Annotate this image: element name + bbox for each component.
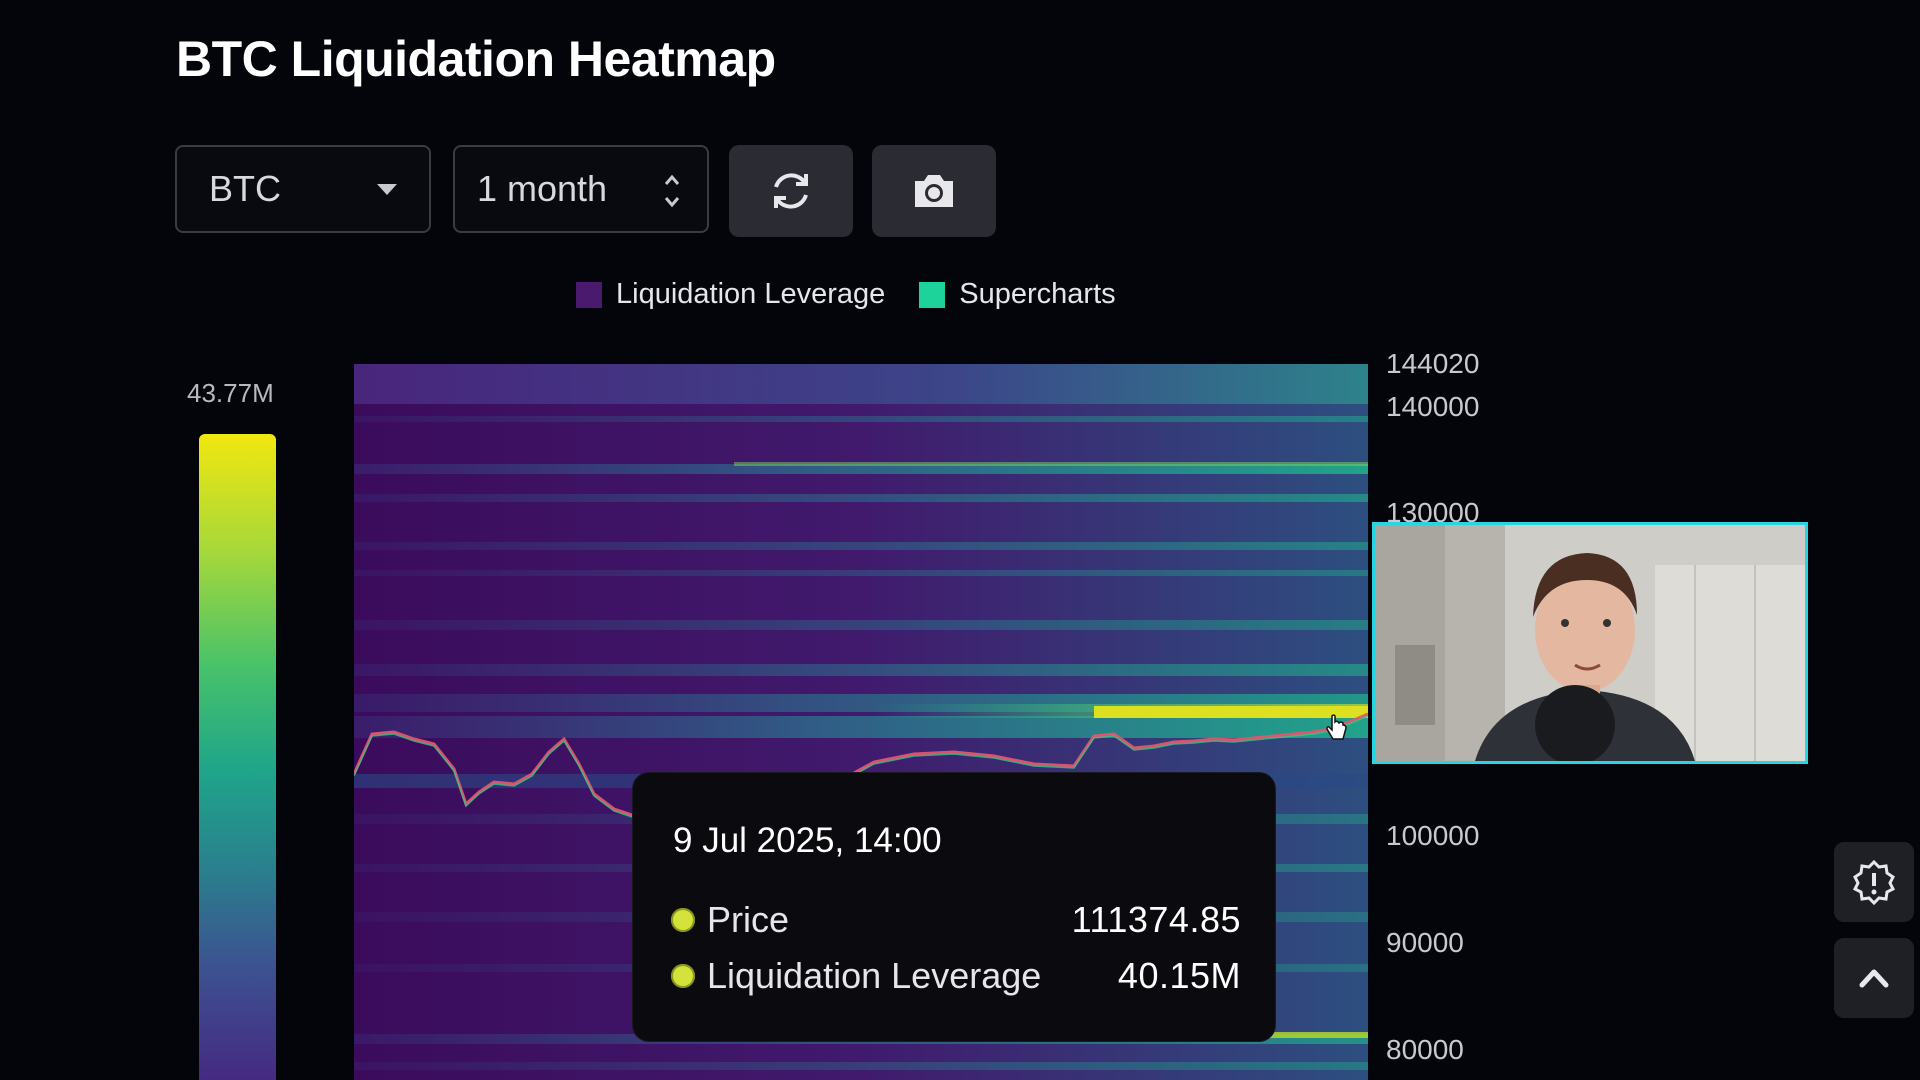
tooltip-row-price: Price 111374.85 [671, 899, 1241, 941]
tooltip-label: Price [707, 899, 790, 940]
camera-icon [915, 175, 953, 207]
time-range-value: 1 month [477, 168, 608, 209]
asset-select[interactable]: BTC [175, 145, 431, 233]
legend-swatch [919, 281, 946, 308]
tooltip-label: Liquidation Leverage [707, 955, 1042, 996]
series-dot [671, 964, 695, 988]
alert-badge-icon [1852, 859, 1896, 905]
feedback-button[interactable] [1834, 842, 1914, 922]
webcam-overlay [1372, 522, 1808, 764]
page-title: BTC Liquidation Heatmap [176, 31, 776, 87]
scroll-to-top-button[interactable] [1834, 938, 1914, 1018]
y-axis-label: 144020 [1386, 348, 1480, 379]
refresh-button[interactable] [729, 145, 853, 237]
y-axis-label: 140000 [1386, 391, 1480, 422]
chevron-down-icon [377, 184, 397, 195]
tooltip-value: 111374.85 [1071, 899, 1241, 940]
screenshot-button[interactable] [872, 145, 996, 237]
chart-legend: Liquidation Leverage Supercharts [576, 278, 1150, 311]
legend-label: Liquidation Leverage [616, 278, 886, 310]
tooltip-date: 9 Jul 2025, 14:00 [673, 821, 942, 860]
y-axis-label: 100000 [1386, 820, 1480, 851]
colorbar [199, 434, 276, 1080]
time-range-select[interactable]: 1 month [453, 145, 709, 233]
up-down-arrows-icon [664, 174, 680, 208]
refresh-icon [774, 173, 808, 209]
series-dot [671, 908, 695, 932]
tooltip-value: 40.15M [1117, 955, 1241, 996]
colorbar-max-label: 43.77M [187, 378, 274, 408]
tooltip-row-liquidation-leverage: Liquidation Leverage 40.15M [671, 955, 1241, 997]
asset-select-value: BTC [209, 168, 281, 209]
y-axis-label: 80000 [1386, 1034, 1464, 1065]
legend-item-supercharts[interactable]: Supercharts [919, 278, 1116, 311]
hand-cursor-icon [1326, 714, 1347, 740]
legend-label: Supercharts [959, 278, 1116, 310]
legend-swatch [576, 281, 602, 308]
y-axis-label: 90000 [1386, 927, 1464, 958]
webcam-video [1375, 525, 1805, 761]
legend-item-liquidation-leverage[interactable]: Liquidation Leverage [576, 278, 885, 311]
chart-tooltip: 9 Jul 2025, 14:00 Price 111374.85 Liquid… [633, 773, 1275, 1041]
chevron-up-icon [1859, 969, 1889, 988]
